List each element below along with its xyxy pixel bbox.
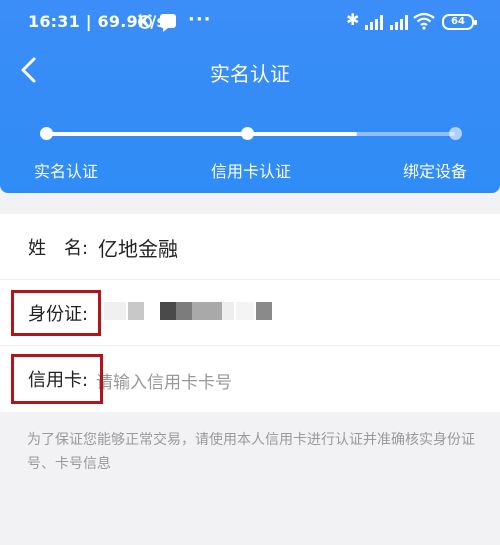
step-dot-3 xyxy=(449,127,462,140)
status-bar: 16:31 | 69.9K/s ··· ✱ 64 xyxy=(0,0,500,44)
step-dot-2 xyxy=(241,127,254,140)
tip-text: 为了保证您能够正常交易，请使用本人信用卡进行认证并准确核实身份证号、卡号信息 xyxy=(27,432,475,472)
name-value: 亿地金融 xyxy=(98,237,178,261)
id-row[interactable]: 身份证: xyxy=(0,280,500,346)
step-label-real-name: 实名认证 xyxy=(34,162,99,181)
hd-signal-icon xyxy=(390,15,408,30)
hd-signal-icon xyxy=(365,15,383,30)
name-label: 姓 名: xyxy=(28,238,89,259)
alarm-icon xyxy=(138,13,152,29)
id-number-masked xyxy=(104,302,274,320)
battery-icon: 64 xyxy=(442,14,477,30)
card-number-input[interactable]: 请输入信用卡卡号 xyxy=(96,368,232,393)
more-icon: ··· xyxy=(188,9,212,30)
message-icon xyxy=(160,14,176,32)
step-label-credit-card: 信用卡认证 xyxy=(211,162,292,181)
page-title: 实名认证 xyxy=(210,62,290,86)
wifi-icon xyxy=(413,12,435,30)
step-dot-1 xyxy=(40,127,53,140)
form-card: 姓 名: 亿地金融 身份证: 信用卡: 请输入信用卡卡号 xyxy=(0,214,500,412)
card-label: 信用卡: xyxy=(28,370,89,391)
battery-level: 64 xyxy=(451,16,465,27)
step-label-bind-device: 绑定设备 xyxy=(403,162,468,181)
progress-fill xyxy=(46,132,357,136)
app-header: 16:31 | 69.9K/s ··· ✱ 64 实名认证 实名认证 信用卡认证… xyxy=(0,0,500,193)
card-row[interactable]: 信用卡: 请输入信用卡卡号 xyxy=(0,346,500,412)
id-label: 身份证: xyxy=(28,304,89,325)
name-row: 姓 名: 亿地金融 xyxy=(0,214,500,280)
bluetooth-icon: ✱ xyxy=(346,10,360,29)
